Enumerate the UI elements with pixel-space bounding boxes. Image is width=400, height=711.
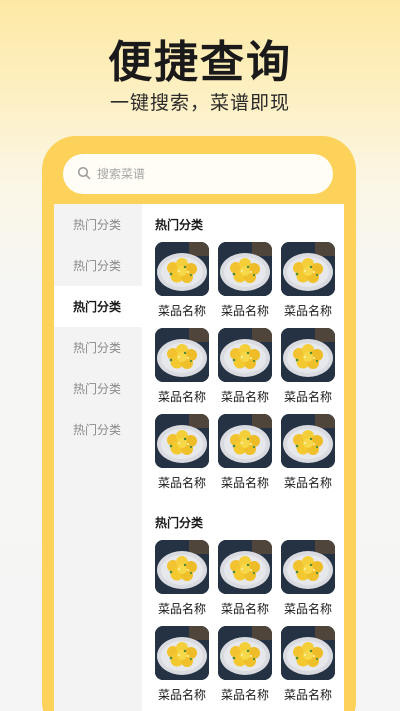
dish-content: 热门分类 菜品名称 菜品名称 菜品名称 菜品名称 菜品名称 菜品名称 菜品名称 菜品名称 菜品名称…	[155, 216, 344, 711]
dish-card[interactable]: 菜品名称	[281, 540, 335, 626]
dish-name: 菜品名称	[220, 602, 269, 616]
sidebar-item-category[interactable]: 热门分类	[54, 368, 142, 409]
dish-name: 菜品名称	[283, 304, 332, 318]
search-bar[interactable]	[63, 154, 333, 194]
dish-photo	[218, 328, 272, 382]
search-input[interactable]	[97, 167, 317, 181]
dish-name: 菜品名称	[220, 476, 269, 490]
dish-grid: 菜品名称 菜品名称 菜品名称 菜品名称 菜品名称 菜品名称	[155, 540, 344, 711]
dish-photo	[281, 540, 335, 594]
dish-name: 菜品名称	[283, 688, 332, 702]
dish-card[interactable]: 菜品名称	[281, 626, 335, 711]
page-subtitle: 一键搜索，菜谱即现	[109, 92, 290, 114]
phone-frame: 热门分类热门分类热门分类热门分类热门分类热门分类 热门分类菜品名称菜品名称菜品名…	[42, 136, 356, 711]
category-sidebar: 热门分类 热门分类 热门分类 热门分类 热门分类 热门分类	[54, 204, 142, 711]
dish-card[interactable]: 菜品名称	[155, 242, 209, 328]
dish-photo	[155, 328, 209, 382]
dish-photo	[281, 414, 335, 468]
sidebar-item-category[interactable]: 热门分类	[54, 327, 142, 368]
dish-card[interactable]: 菜品名称	[218, 414, 272, 500]
dish-name: 菜品名称	[157, 602, 206, 616]
dish-photo	[218, 414, 272, 468]
dish-name: 菜品名称	[220, 304, 269, 318]
dish-name: 菜品名称	[157, 476, 206, 490]
sidebar-item-category[interactable]: 热门分类	[54, 245, 142, 286]
dish-card[interactable]: 菜品名称	[155, 626, 209, 711]
dish-grid: 菜品名称 菜品名称 菜品名称 菜品名称 菜品名称 菜品名称 菜品名称 菜品名称 菜品名称	[155, 242, 344, 500]
dish-photo	[281, 626, 335, 680]
sidebar-item-category[interactable]: 热门分类	[54, 286, 142, 327]
dish-photo	[281, 328, 335, 382]
dish-photo	[155, 540, 209, 594]
sidebar-item-category[interactable]: 热门分类	[54, 409, 142, 450]
dish-card[interactable]: 菜品名称	[218, 540, 272, 626]
dish-name: 菜品名称	[283, 602, 332, 616]
dish-name: 菜品名称	[157, 688, 206, 702]
dish-name: 菜品名称	[157, 390, 206, 404]
dish-name: 菜品名称	[283, 390, 332, 404]
dish-card[interactable]: 菜品名称	[218, 626, 272, 711]
section-title: 热门分类	[155, 516, 204, 530]
search-icon	[77, 165, 97, 184]
dish-photo	[155, 414, 209, 468]
dish-name: 菜品名称	[157, 304, 206, 318]
dish-card[interactable]: 菜品名称	[281, 414, 335, 500]
dish-card[interactable]: 菜品名称	[281, 328, 335, 414]
dish-photo	[218, 626, 272, 680]
dish-card[interactable]: 菜品名称	[281, 242, 335, 328]
dish-card[interactable]: 菜品名称	[155, 540, 209, 626]
dish-name: 菜品名称	[283, 476, 332, 490]
dish-photo	[218, 540, 272, 594]
dish-photo	[155, 242, 209, 296]
dish-card[interactable]: 菜品名称	[155, 414, 209, 500]
dish-photo	[281, 242, 335, 296]
app-screen: 热门分类 热门分类 热门分类 热门分类 热门分类 热门分类 热门分类 菜品名称 菜品名称 菜品名…	[54, 204, 344, 711]
dish-card[interactable]: 菜品名称	[218, 242, 272, 328]
dish-photo	[155, 626, 209, 680]
section-title: 热门分类	[155, 218, 204, 232]
sidebar-item-category[interactable]: 热门分类	[54, 204, 142, 245]
dish-card[interactable]: 菜品名称	[218, 328, 272, 414]
page-headline: 便捷查询	[108, 37, 292, 88]
dish-name: 菜品名称	[220, 390, 269, 404]
dish-card[interactable]: 菜品名称	[155, 328, 209, 414]
dish-photo	[218, 242, 272, 296]
dish-name: 菜品名称	[220, 688, 269, 702]
